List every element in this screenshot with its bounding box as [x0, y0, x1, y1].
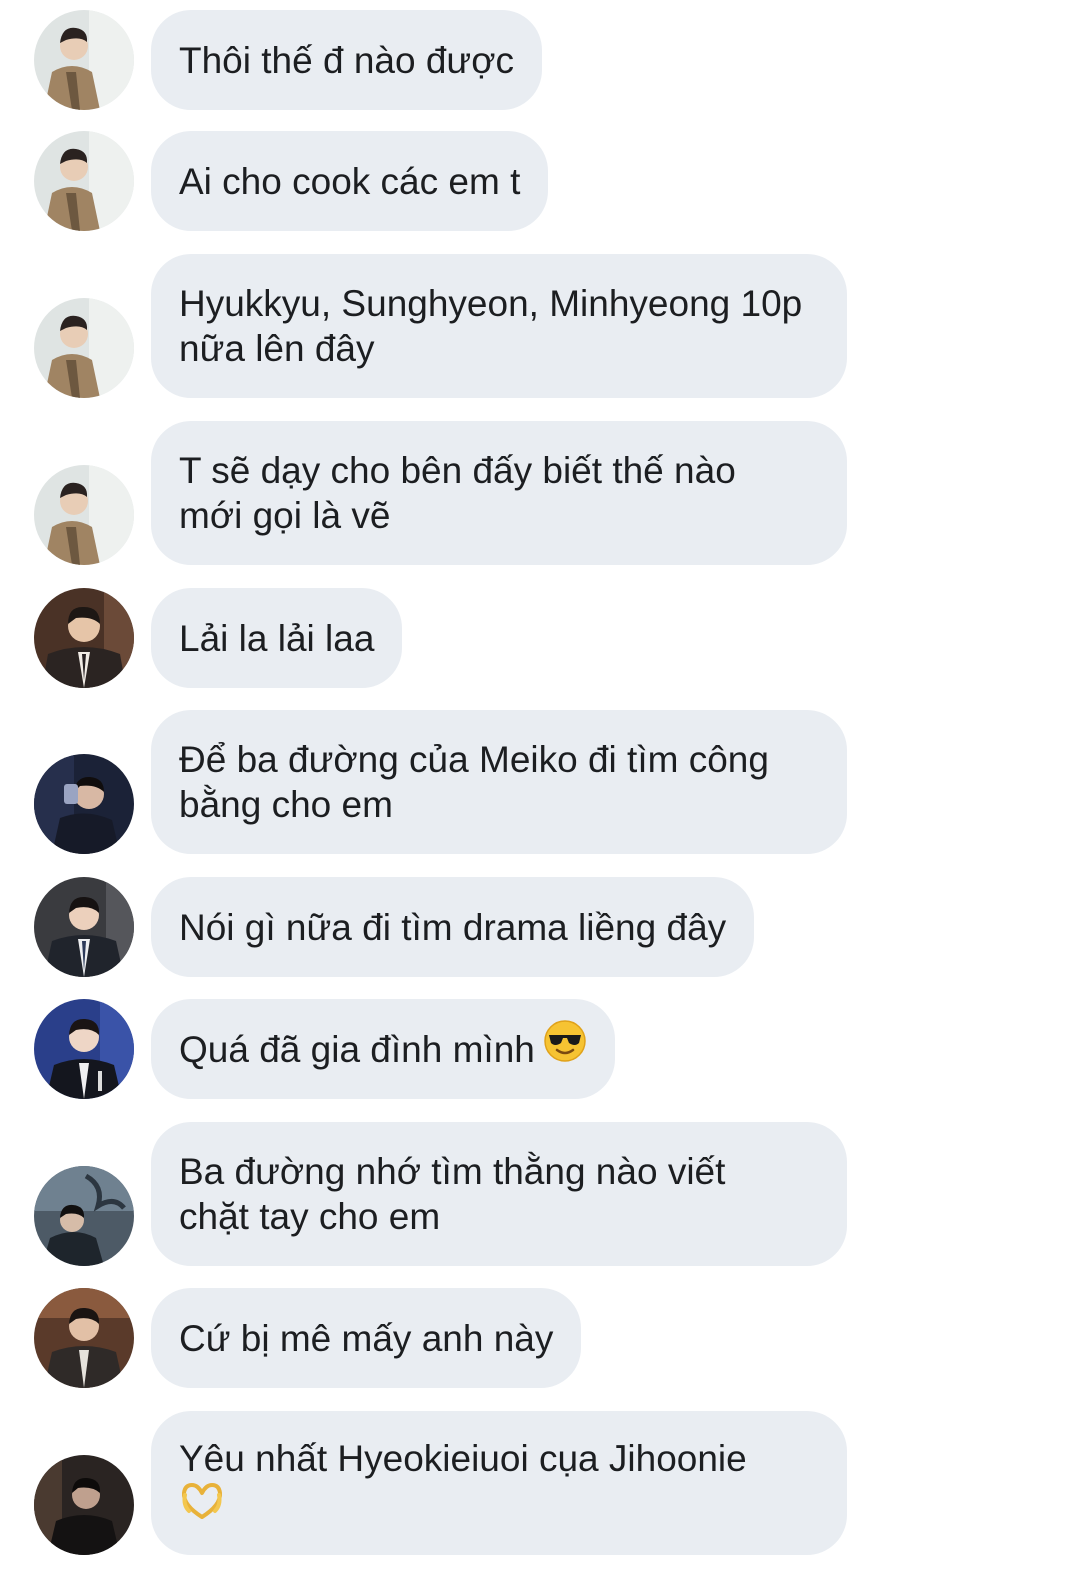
message-bubble[interactable]: Quá đã gia đình mình: [151, 999, 615, 1099]
sender-avatar[interactable]: [34, 1288, 134, 1388]
message-thread: Thôi thế đ nào được Ai cho cook các em t: [0, 0, 1080, 1586]
sender-avatar[interactable]: [34, 754, 134, 854]
message-bubble[interactable]: Hyukkyu, Sunghyeon, Minhyeong 10p nữa lê…: [151, 254, 847, 398]
message-bubble[interactable]: Thôi thế đ nào được: [151, 10, 542, 110]
message-row: Để ba đường của Meiko đi tìm công bằng c…: [0, 710, 1080, 854]
message-row: Ba đường nhớ tìm thằng nào viết chặt tay…: [0, 1122, 1080, 1266]
message-row: Cứ bị mê mấy anh này: [0, 1288, 1080, 1388]
sender-avatar[interactable]: [34, 131, 134, 231]
message-text: Thôi thế đ nào được: [179, 39, 514, 81]
message-row: Nói gì nữa đi tìm drama liềng đây: [0, 877, 1080, 977]
heart-hands-emoji-icon: [179, 1481, 225, 1531]
message-text: nữa lên đây: [179, 328, 375, 369]
message-bubble[interactable]: Ba đường nhớ tìm thằng nào viết chặt tay…: [151, 1122, 847, 1266]
sender-avatar[interactable]: [34, 999, 134, 1099]
message-row: T sẽ dạy cho bên đấy biết thế nào mới gọ…: [0, 421, 1080, 565]
message-emoji-line: [179, 1481, 819, 1531]
message-bubble[interactable]: Để ba đường của Meiko đi tìm công bằng c…: [151, 710, 847, 854]
message-bubble[interactable]: Cứ bị mê mấy anh này: [151, 1288, 582, 1388]
message-row: Hyukkyu, Sunghyeon, Minhyeong 10p nữa lê…: [0, 254, 1080, 398]
message-text: Để ba đường của Meiko đi tìm công: [179, 739, 769, 780]
message-bubble[interactable]: Lải la lải laa: [151, 588, 403, 688]
message-text: Hyukkyu, Sunghyeon, Minhyeong 10p: [179, 283, 803, 324]
message-text: bằng cho em: [179, 784, 393, 825]
sender-avatar[interactable]: [34, 298, 134, 398]
message-bubble[interactable]: Nói gì nữa đi tìm drama liềng đây: [151, 877, 755, 977]
message-bubble[interactable]: Yêu nhất Hyeokieiuoi cụa Jihoonie: [151, 1411, 847, 1555]
message-text: Ba đường nhớ tìm thằng nào viết: [179, 1151, 726, 1192]
message-row: Yêu nhất Hyeokieiuoi cụa Jihoonie: [0, 1411, 1080, 1555]
message-text: Quá đã gia đình mình: [179, 1028, 535, 1070]
message-text: Nói gì nữa đi tìm drama liềng đây: [179, 906, 727, 948]
sender-avatar[interactable]: [34, 1166, 134, 1266]
message-row: Quá đã gia đình mình: [0, 999, 1080, 1099]
message-row: Ai cho cook các em t: [0, 131, 1080, 231]
sender-avatar[interactable]: [34, 877, 134, 977]
message-text: Ai cho cook các em t: [179, 160, 521, 202]
message-text: T sẽ dạy cho bên đấy biết thế nào: [179, 450, 736, 491]
message-row: Thôi thế đ nào được: [0, 10, 1080, 110]
sunglasses-emoji-icon: [543, 1019, 587, 1073]
sender-avatar[interactable]: [34, 10, 134, 110]
message-text: Cứ bị mê mấy anh này: [179, 1317, 554, 1359]
message-bubble[interactable]: Ai cho cook các em t: [151, 131, 549, 231]
sender-avatar[interactable]: [34, 588, 134, 688]
sender-avatar[interactable]: [34, 1455, 134, 1555]
sender-avatar[interactable]: [34, 465, 134, 565]
message-text: Yêu nhất Hyeokieiuoi cụa Jihoonie: [179, 1437, 747, 1479]
message-text: mới gọi là vẽ: [179, 495, 391, 536]
message-text: Lải la lải laa: [179, 617, 375, 659]
message-text: chặt tay cho em: [179, 1196, 441, 1237]
message-bubble[interactable]: T sẽ dạy cho bên đấy biết thế nào mới gọ…: [151, 421, 847, 565]
message-row: Lải la lải laa: [0, 588, 1080, 688]
